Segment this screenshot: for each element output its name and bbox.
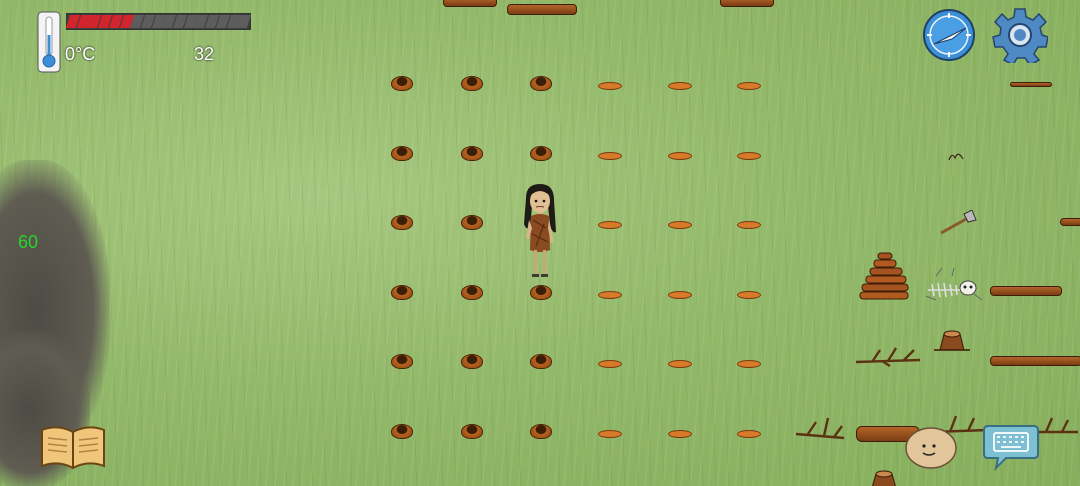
dug-hole[interactable]: [461, 354, 483, 369]
firewood-pile[interactable]: [856, 252, 912, 302]
thermometer-icon: [37, 11, 61, 73]
planted-seed[interactable]: [737, 221, 761, 229]
planted-seed[interactable]: [668, 291, 692, 299]
planted-seed[interactable]: [737, 430, 761, 438]
branch[interactable]: [854, 344, 924, 368]
food-pip-empty: [237, 15, 252, 28]
branch[interactable]: [794, 414, 848, 442]
dug-hole[interactable]: [391, 424, 413, 439]
log[interactable]: [1010, 82, 1052, 87]
planted-seed[interactable]: [737, 152, 761, 160]
dug-hole[interactable]: [461, 424, 483, 439]
planted-seed[interactable]: [737, 360, 761, 368]
dug-hole[interactable]: [461, 76, 483, 91]
log[interactable]: [720, 0, 774, 7]
dug-hole[interactable]: [461, 146, 483, 161]
smiley-face-icon[interactable]: [904, 426, 958, 470]
planted-seed[interactable]: [598, 360, 622, 368]
dug-hole[interactable]: [530, 285, 552, 300]
gear-icon[interactable]: [992, 7, 1048, 63]
log[interactable]: [990, 286, 1062, 296]
tree-stump[interactable]: [932, 326, 972, 352]
log[interactable]: [1060, 218, 1080, 226]
dug-hole[interactable]: [461, 215, 483, 230]
dug-hole[interactable]: [530, 76, 552, 91]
planted-seed[interactable]: [668, 82, 692, 90]
dug-hole[interactable]: [391, 354, 413, 369]
dug-hole[interactable]: [391, 146, 413, 161]
dug-hole[interactable]: [530, 146, 552, 161]
log[interactable]: [990, 356, 1080, 366]
skeleton-bones[interactable]: [924, 266, 986, 302]
food-meter: [65, 13, 252, 30]
dug-hole[interactable]: [391, 215, 413, 230]
planted-seed[interactable]: [598, 430, 622, 438]
planted-seed[interactable]: [598, 152, 622, 160]
kindling-scribble[interactable]: [948, 150, 964, 162]
planted-seed[interactable]: [737, 291, 761, 299]
dug-hole[interactable]: [391, 285, 413, 300]
log[interactable]: [507, 4, 577, 15]
age-readout: 32: [194, 44, 215, 64]
planted-seed[interactable]: [668, 221, 692, 229]
temperature-readout: 0°C: [65, 44, 96, 64]
log[interactable]: [443, 0, 497, 7]
steel-axe[interactable]: [938, 210, 978, 236]
dug-hole[interactable]: [391, 76, 413, 91]
dug-hole[interactable]: [461, 285, 483, 300]
planted-seed[interactable]: [598, 221, 622, 229]
planted-seed[interactable]: [668, 152, 692, 160]
planted-seed[interactable]: [668, 360, 692, 368]
book-icon[interactable]: [40, 424, 106, 470]
player-character[interactable]: [518, 184, 562, 280]
dug-hole[interactable]: [530, 354, 552, 369]
planted-seed[interactable]: [598, 291, 622, 299]
keyboard-icon[interactable]: [982, 422, 1040, 472]
fps-counter: 60: [18, 232, 39, 252]
dug-hole[interactable]: [530, 424, 552, 439]
tree-stump[interactable]: [864, 466, 904, 486]
game-world[interactable]: [0, 0, 1080, 486]
compass-icon[interactable]: [922, 8, 976, 62]
planted-seed[interactable]: [737, 82, 761, 90]
planted-seed[interactable]: [668, 430, 692, 438]
planted-seed[interactable]: [598, 82, 622, 90]
